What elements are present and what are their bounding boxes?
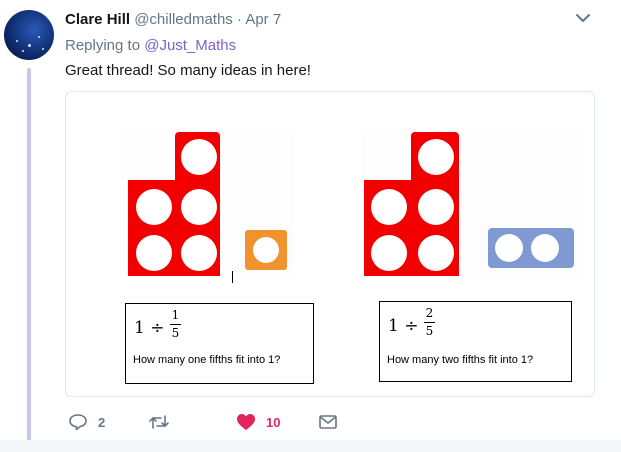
avatar-detail [28,44,31,47]
fraction-numerator: 1 [171,308,180,322]
numicon-hole [531,234,559,262]
fraction: 1 5 [170,309,181,340]
separator-dot: · [236,11,242,28]
division-expression: 1 ÷ [134,318,165,338]
fraction-numerator: 2 [425,306,434,320]
retweet-icon[interactable] [148,413,170,431]
reply-count: 2 [98,414,106,430]
numicon-one [245,230,287,270]
question-box-right: 1 ÷ 2 5 How many two fifths fit into 1? [379,301,572,382]
division-expression: 1 ÷ [388,316,419,336]
reply-action[interactable]: 2 [68,412,105,432]
numicon-hole [181,189,217,225]
numicon-hole [136,189,172,225]
avatar-detail [22,50,24,52]
avatar-detail [38,36,40,38]
display-name[interactable]: Clare Hill [65,11,130,28]
text-caret [232,271,233,283]
tweet-date[interactable]: Apr 7 [245,11,281,28]
numicon-image-right [362,130,584,278]
fraction-denominator: 5 [171,326,180,340]
fraction-denominator: 5 [425,324,434,338]
envelope-icon[interactable] [318,413,338,431]
numicon-image-left [124,130,294,278]
fraction-bar [170,324,181,325]
question-text: How many two fifths fit into 1? [387,354,534,366]
avatar-detail [16,40,18,42]
like-count: 10 [266,414,281,430]
numicon-hole [418,139,454,175]
numicon-two [488,228,574,268]
replying-to: Replying to @Just_Maths [65,37,236,54]
thread-line [27,68,31,444]
fraction: 2 5 [424,307,435,338]
user-handle[interactable]: @chilledmaths [134,11,233,28]
question-box-left: 1 ÷ 1 5 How many one fifths fit into 1? [125,303,314,384]
retweet-action[interactable] [148,412,170,432]
heart-icon[interactable] [236,413,256,431]
numicon-hole [418,189,454,225]
numicon-hole [181,139,217,175]
numicon-hole [136,235,172,271]
fraction-bar [424,322,435,323]
avatar-detail [42,48,44,50]
numicon-hole [418,235,454,271]
avatar[interactable] [4,10,54,60]
replying-prefix: Replying to [65,37,141,54]
mention-link[interactable]: @Just_Maths [144,37,236,54]
question-text: How many one fifths fit into 1? [133,354,281,366]
message-action[interactable] [318,412,338,432]
tweet-text: Great thread! So many ideas in here! [65,62,311,79]
media-card[interactable]: 1 ÷ 1 5 How many one fifths fit into 1? … [65,91,595,397]
numicon-hole [253,237,279,263]
numicon-hole [181,235,217,271]
chevron-down-icon[interactable] [575,12,591,24]
reply-icon[interactable] [68,413,88,431]
timeline-divider [0,440,621,452]
tweet-header: Clare Hill @chilledmaths · Apr 7 [65,11,281,29]
numicon-hole [371,235,407,271]
like-action[interactable]: 10 [236,412,280,432]
numicon-hole [371,189,407,225]
numicon-hole [495,234,523,262]
